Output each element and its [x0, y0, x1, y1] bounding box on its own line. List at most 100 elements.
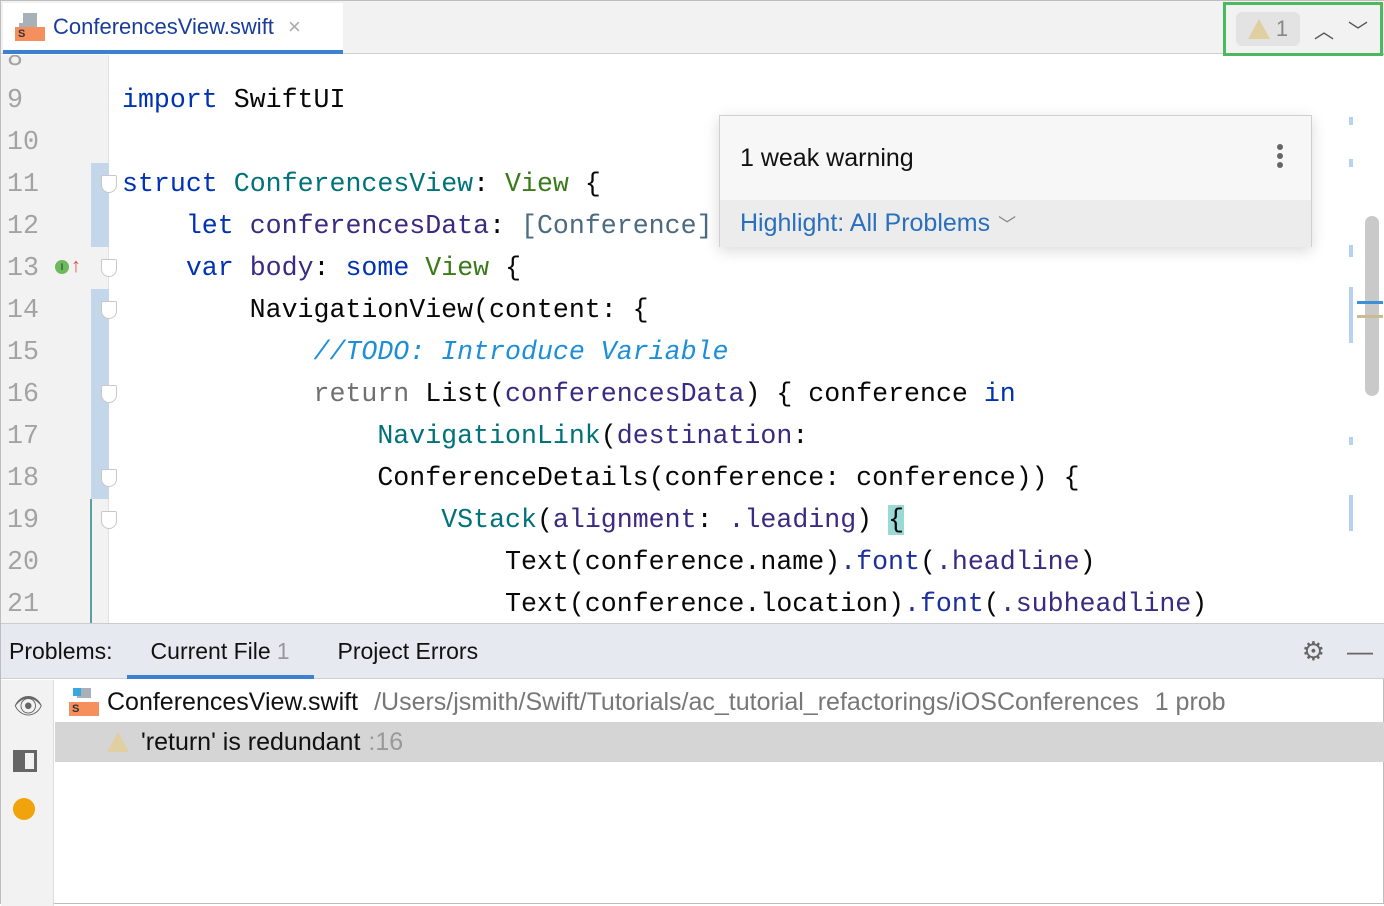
line-number: 15: [7, 337, 39, 367]
code-token: Text(conference.location): [122, 589, 904, 619]
code-token: ): [1191, 589, 1208, 619]
code-text[interactable]: return List(conferencesData) { conferenc…: [122, 373, 1016, 415]
code-token: [Conference]: [521, 211, 713, 241]
next-problem-icon[interactable]: ﹀: [1348, 15, 1368, 44]
code-token: (: [600, 421, 617, 451]
code-token: (: [983, 589, 1000, 619]
code-token: struct: [122, 169, 218, 199]
previous-problem-icon[interactable]: ︿: [1314, 15, 1334, 44]
code-token: ): [1079, 547, 1096, 577]
fold-icon[interactable]: [101, 175, 117, 193]
code-token: {: [568, 169, 601, 199]
gear-icon[interactable]: ⚙: [1302, 636, 1325, 667]
line-number: 11: [7, 169, 39, 199]
more-options-icon[interactable]: [1277, 144, 1283, 171]
fold-icon[interactable]: [101, 511, 117, 529]
code-text[interactable]: NavigationView(content: {: [122, 289, 649, 331]
fold-icon[interactable]: [101, 469, 117, 487]
warning-count-button[interactable]: 1: [1236, 12, 1300, 46]
error-stripe-mark[interactable]: [1349, 287, 1353, 343]
code-token: VStack: [441, 505, 537, 535]
line-number: 10: [7, 127, 39, 157]
tab-conferencesview[interactable]: S ConferencesView.swift ×: [3, 3, 343, 54]
code-token: NavigationView(content: {: [122, 295, 649, 325]
override-arrow-icon[interactable]: ↑: [71, 255, 81, 278]
code-text[interactable]: //TODO: Introduce Variable: [122, 331, 729, 373]
code-text[interactable]: import SwiftUI: [122, 79, 345, 121]
code-token: let: [185, 211, 234, 241]
warning-count: 1: [1275, 16, 1289, 41]
fold-icon[interactable]: [101, 301, 117, 319]
error-stripe-mark[interactable]: [1349, 117, 1353, 125]
error-stripe-mark[interactable]: [1349, 159, 1353, 167]
tab-current-file[interactable]: Current File 1: [126, 624, 314, 679]
code-token: conferencesData: [249, 211, 490, 241]
code-token: :: [473, 169, 506, 199]
code-text[interactable]: Text(conference.name).font(.headline): [122, 541, 1096, 583]
problems-panel: Problems: Current File 1 Project Errors ⚙…: [1, 623, 1384, 906]
code-token: body: [249, 253, 314, 283]
code-token: Text(conference.name): [122, 547, 841, 577]
tab-label: Current File: [150, 637, 271, 664]
error-stripe-mark[interactable]: [1349, 245, 1353, 257]
code-token: import: [122, 85, 218, 115]
tab-title: ConferencesView.swift: [53, 13, 274, 39]
tab-label: Project Errors: [337, 637, 479, 664]
close-icon[interactable]: ×: [288, 14, 301, 40]
swift-file-icon: S: [69, 688, 99, 716]
error-stripe-mark[interactable]: [1349, 495, 1353, 531]
implements-icon[interactable]: I: [55, 260, 69, 274]
file-name: ConferencesView.swift: [107, 687, 359, 716]
code-text[interactable]: struct ConferencesView: View {: [122, 163, 601, 205]
code-text[interactable]: Text(conference.location).font(.subheadl…: [122, 583, 1207, 623]
code-text[interactable]: ConferenceDetails(conference: conference…: [122, 457, 1079, 499]
code-token: some: [345, 253, 410, 283]
line-number: 13: [7, 253, 39, 283]
preview-pane-icon[interactable]: [13, 750, 37, 772]
problem-item[interactable]: 'return' is redundant :16: [55, 722, 1384, 762]
line-number: 18: [7, 463, 39, 493]
code-token: {: [489, 253, 522, 283]
highlight-level-dropdown[interactable]: Highlight: All Problems ﹀: [720, 200, 1311, 247]
code-token: conferencesData: [505, 379, 745, 409]
code-token: .font: [903, 589, 984, 619]
change-marker: [90, 499, 92, 623]
tab-count: 1: [276, 637, 290, 664]
code-token: in: [983, 379, 1016, 409]
tab-project-errors[interactable]: Project Errors: [314, 624, 503, 679]
code-text[interactable]: var body: some View {: [122, 247, 521, 289]
code-token: destination: [616, 421, 793, 451]
code-token: ) { conference: [744, 379, 984, 409]
fold-icon[interactable]: [101, 385, 117, 403]
warning-stripe-mark[interactable]: [1357, 315, 1383, 318]
code-text[interactable]: let conferencesData: [Conference]: [122, 205, 713, 247]
code-text[interactable]: NavigationLink(destination:: [122, 415, 808, 457]
code-token: var: [185, 253, 234, 283]
code-token: (: [919, 547, 936, 577]
lightbulb-icon[interactable]: [13, 798, 35, 820]
line-number: 12: [7, 211, 39, 241]
chevron-down-icon: ﹀: [998, 214, 1017, 235]
inspection-popup: 1 weak warning Highlight: All Problems ﹀: [719, 115, 1312, 247]
problem-message: 'return' is redundant: [141, 727, 361, 756]
problem-file-row[interactable]: S ConferencesView.swift /Users/jsmith/Sw…: [69, 682, 1226, 722]
fold-icon[interactable]: [101, 259, 117, 277]
code-token: :: [792, 421, 809, 451]
vertical-scrollbar[interactable]: [1365, 216, 1379, 396]
eye-icon[interactable]: 👁: [13, 692, 43, 721]
problem-line: :16: [368, 727, 404, 756]
code-text[interactable]: VStack(alignment: .leading) {: [122, 499, 905, 541]
popup-title: 1 weak warning: [740, 143, 914, 172]
code-token: .font: [840, 547, 920, 577]
error-stripe-mark[interactable]: [1349, 437, 1353, 445]
minimize-icon[interactable]: —: [1347, 636, 1373, 667]
line-number: 9: [7, 85, 23, 115]
line-number: 16: [7, 379, 39, 409]
code-token: :: [313, 253, 346, 283]
